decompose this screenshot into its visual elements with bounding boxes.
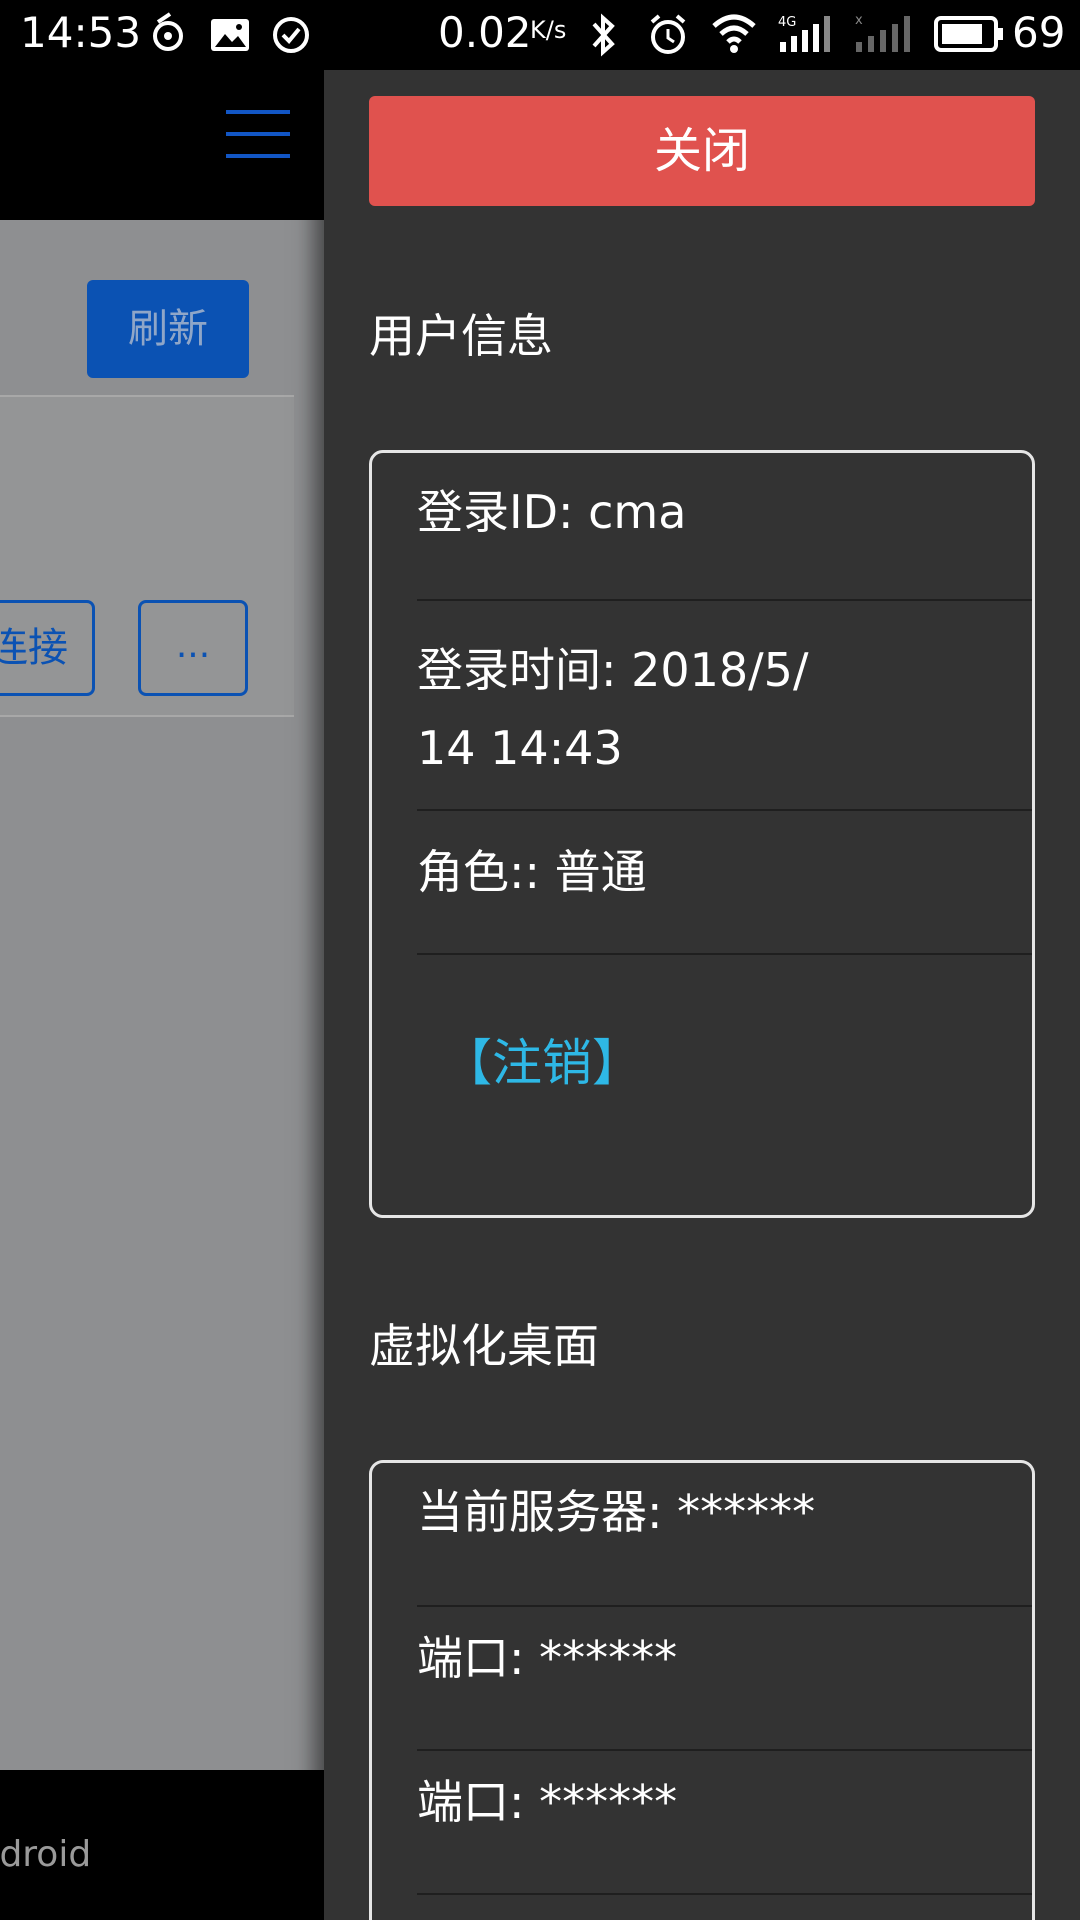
svg-text:4G: 4G <box>778 15 796 30</box>
bluetooth-icon <box>592 13 615 57</box>
check-circle-icon <box>273 17 309 53</box>
login-time-line1: 登录时间: 2018/5/ <box>417 643 809 697</box>
close-button[interactable]: 关闭 <box>369 96 1035 206</box>
signal-4g-icon: 4G <box>778 15 830 52</box>
screen: 14:53 0.02 K/s 4G x 69 刷新 连接 ... droid 关… <box>0 0 1080 1920</box>
user-info-title: 用户信息 <box>369 309 553 363</box>
login-time-line2: 14 14:43 <box>417 721 623 775</box>
virtual-desktop-title: 虚拟化桌面 <box>369 1319 599 1373</box>
battery-icon <box>934 16 1003 52</box>
net-speed-unit: K/s <box>530 16 567 44</box>
role: 角色:: 普通 <box>417 811 1032 955</box>
user-info-box: 登录ID: cma 登录时间: 2018/5/ 14 14:43 角色:: 普通… <box>369 450 1035 1218</box>
login-id: 登录ID: cma <box>417 473 1032 601</box>
side-drawer: 关闭 用户信息 登录ID: cma 登录时间: 2018/5/ 14 14:43… <box>324 70 1080 1920</box>
app-body: 刷新 连接 ... <box>0 220 324 1770</box>
menu-icon[interactable] <box>226 110 290 160</box>
footer-text: Android <box>0 1834 92 1875</box>
logout-link[interactable]: 【注销】 <box>442 1033 642 1093</box>
refresh-button[interactable]: 刷新 <box>87 280 249 378</box>
status-bar: 14:53 0.02 K/s 4G x 69 <box>0 0 1080 70</box>
signal-empty-icon: x <box>855 13 910 52</box>
app-footer: Android <box>0 1770 324 1920</box>
port-1: 端口: ****** <box>417 1607 1032 1751</box>
netease-icon <box>153 12 183 51</box>
image-icon <box>211 19 249 51</box>
status-time: 14:53 <box>20 8 142 57</box>
more-button[interactable]: ... <box>138 600 248 696</box>
app-header <box>0 70 324 220</box>
current-server: 当前服务器: ****** <box>417 1473 1032 1607</box>
connect-button[interactable]: 连接 <box>0 600 95 696</box>
login-time: 登录时间: 2018/5/ 14 14:43 <box>417 601 1032 811</box>
wifi-icon <box>712 14 756 53</box>
net-speed: 0.02 <box>438 8 532 57</box>
port-2: 端口: ****** <box>417 1751 1032 1895</box>
battery-level: 69 <box>1012 8 1066 57</box>
svg-text:x: x <box>855 13 863 28</box>
desktop-info-box: 当前服务器: ****** 端口: ****** 端口: ****** <box>369 1460 1035 1920</box>
alarm-icon <box>650 14 686 54</box>
